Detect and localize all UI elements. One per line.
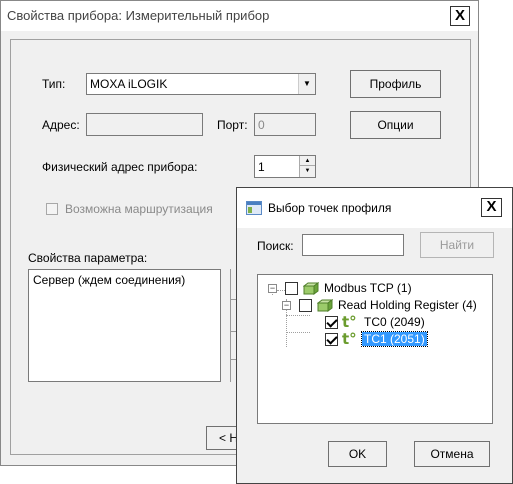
tree-label: Read Holding Register (4) xyxy=(338,298,477,312)
dialog-title: Свойства прибора: Измерительный прибор xyxy=(7,8,270,23)
temperature-icon: t° xyxy=(342,313,357,331)
temperature-icon: t° xyxy=(342,330,357,348)
tree-checkbox[interactable] xyxy=(299,299,312,312)
cube-icon xyxy=(316,299,334,312)
param-props-item[interactable]: Сервер (ждем соединения) xyxy=(33,273,185,287)
tree-label-selected: TC1 (2051) xyxy=(361,331,428,347)
address-label: Адрес: xyxy=(42,118,80,132)
chevron-down-icon[interactable]: ▼ xyxy=(298,74,315,94)
profile-dialog-titlebar: Выбор точек профиля X xyxy=(237,188,512,228)
tree-label: Modbus TCP (1) xyxy=(324,281,412,295)
tree-label: TC0 (2049) xyxy=(364,315,425,329)
close-button[interactable]: X xyxy=(450,6,470,26)
tree-item-read-holding-register[interactable]: − Read Holding Register (4) xyxy=(262,297,487,315)
cancel-button[interactable]: Отмена xyxy=(414,441,490,467)
ok-button[interactable]: OK xyxy=(328,441,387,467)
spinner-buttons[interactable]: ▲ ▼ xyxy=(299,156,315,177)
dialog-titlebar: Свойства прибора: Измерительный прибор X xyxy=(1,1,478,31)
phys-address-value: 1 xyxy=(258,160,265,174)
port-value: 0 xyxy=(258,118,265,132)
spin-up-icon[interactable]: ▲ xyxy=(300,156,315,166)
options-button[interactable]: Опции xyxy=(350,111,441,139)
collapse-icon[interactable]: − xyxy=(268,284,277,293)
search-label: Поиск: xyxy=(257,239,294,253)
address-field[interactable] xyxy=(86,113,203,136)
param-props-label: Свойства параметра: xyxy=(28,251,148,265)
phys-address-spinner[interactable]: 1 ▲ ▼ xyxy=(254,155,316,178)
spin-down-icon[interactable]: ▼ xyxy=(300,166,315,176)
type-label: Тип: xyxy=(42,77,66,91)
port-label: Порт: xyxy=(217,118,248,132)
collapse-icon[interactable]: − xyxy=(282,301,291,310)
routing-checkbox[interactable] xyxy=(46,203,58,215)
port-field[interactable]: 0 xyxy=(254,113,316,136)
profile-close-button[interactable]: X xyxy=(481,198,502,217)
profile-points-dialog: Выбор точек профиля X Поиск: Найти − Mod… xyxy=(236,187,513,484)
type-combobox[interactable]: MOXA iLOGIK ▼ xyxy=(86,73,316,95)
profile-button[interactable]: Профиль xyxy=(350,70,441,98)
phys-address-label: Физический адрес прибора: xyxy=(42,160,198,174)
tree-item-tc0[interactable]: t° TC0 (2049) xyxy=(262,313,487,332)
profile-dialog-title: Выбор точек профиля xyxy=(268,201,392,215)
cube-icon xyxy=(302,282,320,295)
tree-checkbox[interactable] xyxy=(325,316,338,329)
search-input[interactable] xyxy=(302,234,404,256)
tree-item-modbus-tcp[interactable]: − Modbus TCP (1) xyxy=(262,280,487,298)
tree-checkbox[interactable] xyxy=(285,282,298,295)
routing-label: Возможна маршрутизация xyxy=(65,202,213,216)
window-icon xyxy=(246,201,262,215)
find-button[interactable]: Найти xyxy=(420,232,494,258)
tree-item-tc1[interactable]: t° TC1 (2051) xyxy=(262,330,487,349)
param-props-list[interactable]: Сервер (ждем соединения) xyxy=(28,269,221,382)
profile-tree[interactable]: − Modbus TCP (1) − Read Holding Register… xyxy=(257,274,493,424)
type-value: MOXA iLOGIK xyxy=(90,77,168,91)
tree-checkbox[interactable] xyxy=(325,333,338,346)
